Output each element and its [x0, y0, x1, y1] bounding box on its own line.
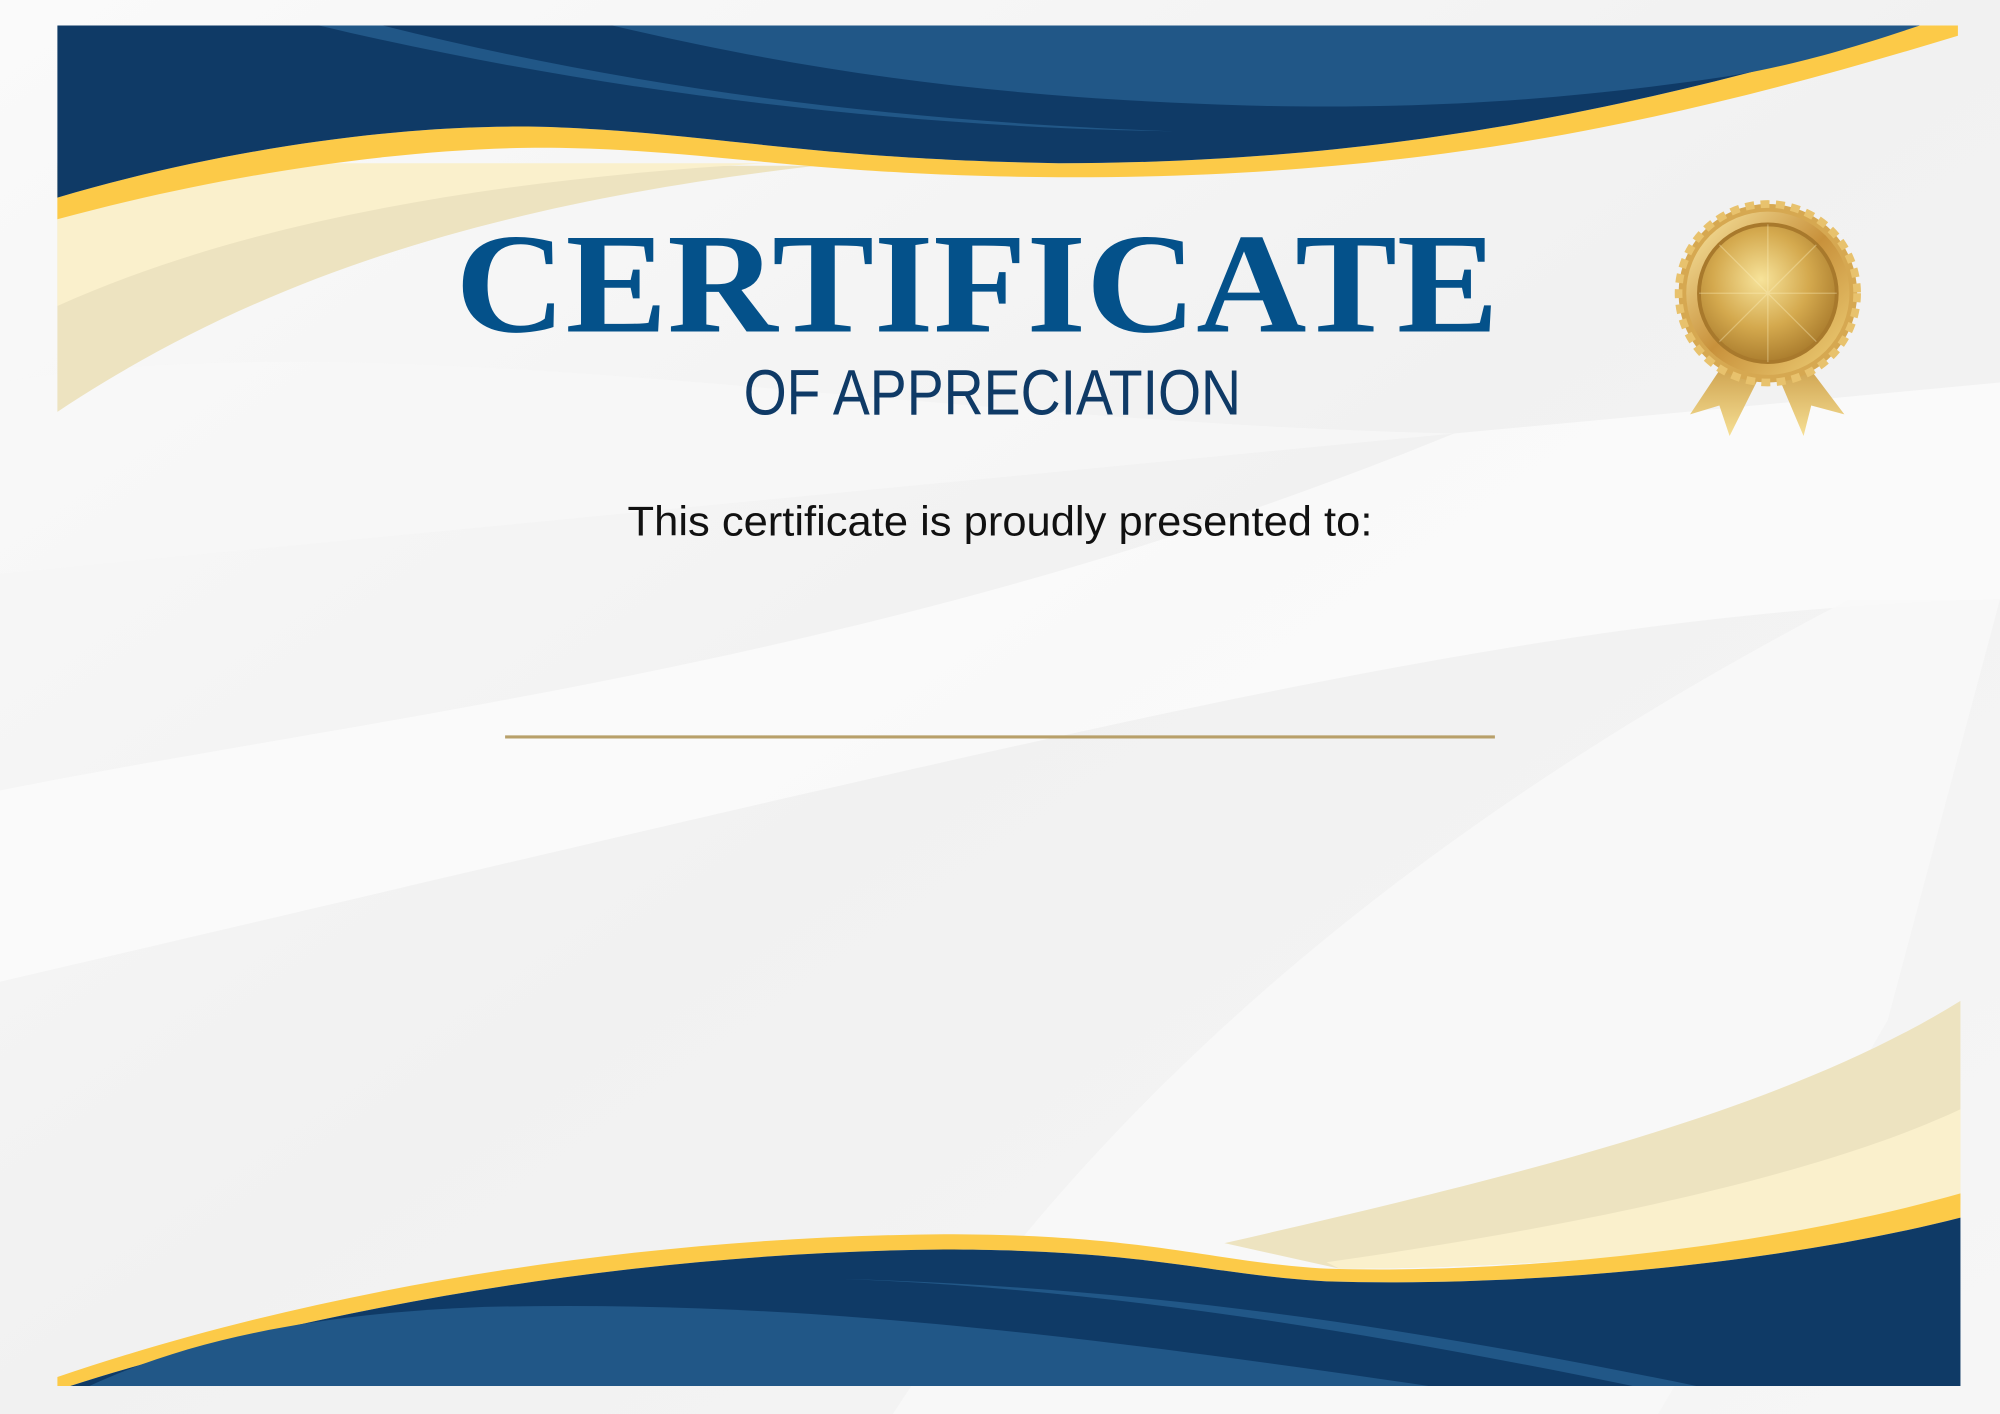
presented-to-text: This certificate is proudly presented to… — [628, 498, 1373, 545]
certificate-title: CERTIFICATE — [455, 205, 1498, 363]
certificate-subtitle: OF APPRECIATION — [744, 356, 1241, 428]
certificate-page: CERTIFICATE OF APPRECIATION This certifi… — [0, 0, 2000, 1414]
certificate-canvas: CERTIFICATE OF APPRECIATION This certifi… — [0, 0, 2000, 1414]
